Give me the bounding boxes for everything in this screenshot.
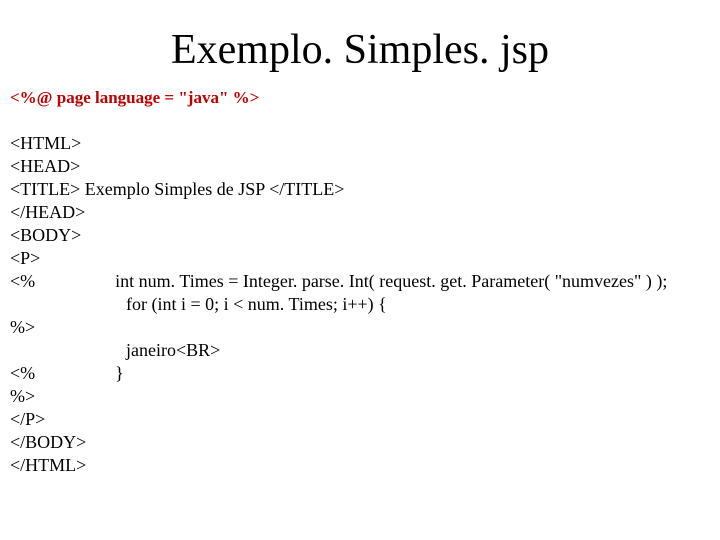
code-line: for (int i = 0; i < num. Times; i++) { [126, 294, 387, 314]
code-line: <% [10, 363, 35, 383]
code-line: </P> [10, 409, 45, 429]
code-line: %> [10, 317, 35, 337]
code-line: } [115, 363, 124, 383]
code-line: <% [10, 271, 35, 291]
code-line: </HTML> [10, 455, 86, 475]
code-line: <BODY> [10, 225, 81, 245]
code-line: janeiro<BR> [126, 340, 220, 360]
code-line: int num. Times = Integer. parse. Int( re… [115, 271, 667, 291]
slide: Exemplo. Simples. jsp <%@ page language … [0, 0, 720, 540]
code-line: </BODY> [10, 432, 86, 452]
code-line: <TITLE> Exemplo Simples de JSP </TITLE> [10, 179, 344, 199]
page-title: Exemplo. Simples. jsp [10, 26, 710, 74]
jsp-directive: <%@ page language = "java" %> [10, 88, 710, 108]
code-block: <HTML> <HEAD> <TITLE> Exemplo Simples de… [10, 132, 710, 477]
code-line: <HEAD> [10, 156, 80, 176]
code-line: %> [10, 386, 35, 406]
code-line: <P> [10, 248, 40, 268]
code-line: <HTML> [10, 133, 81, 153]
code-line: </HEAD> [10, 202, 85, 222]
